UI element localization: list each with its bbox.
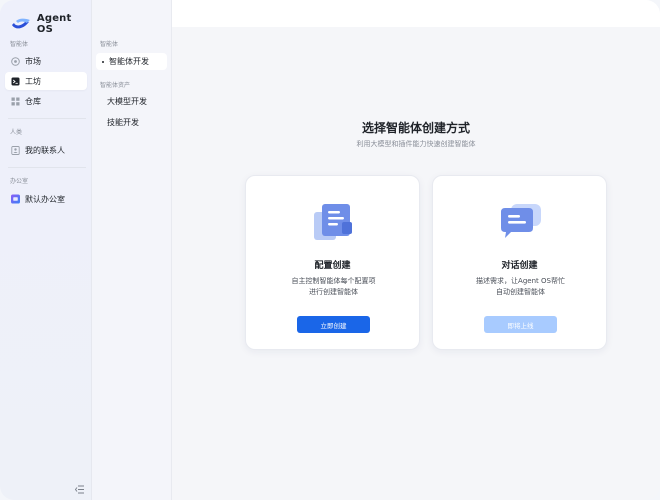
card-description-line: 自动创建智能体 [496, 288, 545, 296]
subnav-item-llm-dev[interactable]: 大模型开发 [96, 93, 167, 110]
primary-sidebar: Agent OS 智能体 市场 工坊 仓库 人类 我的联系人 办公室 默认办公室 [0, 0, 92, 500]
agent-os-logo-icon [11, 18, 30, 29]
app-name: Agent OS [36, 13, 72, 35]
app-logo[interactable]: Agent OS [10, 13, 91, 35]
warehouse-icon [11, 97, 20, 106]
subnav-item-skill-dev[interactable]: 技能开发 [96, 114, 167, 131]
active-indicator [102, 60, 104, 63]
sidebar-item-label: 我的联系人 [25, 145, 65, 155]
sidebar-item-default-office[interactable]: 默认办公室 [5, 190, 87, 208]
market-icon [11, 56, 20, 66]
subnav-item-agent-dev[interactable]: 智能体开发 [96, 53, 167, 70]
collapse-sidebar-icon[interactable] [75, 485, 85, 494]
sidebar-item-warehouse[interactable]: 仓库 [5, 92, 87, 110]
card-description-line: 描述需求，让Agent OS帮忙 [476, 277, 565, 285]
card-description-line: 自主控制智能体每个配置项 [291, 277, 376, 285]
chat-bubble-icon [501, 204, 541, 238]
page-subtitle: 利用大模型和插件能力快速创建智能体 [356, 140, 476, 148]
section-label-agents: 智能体 [10, 41, 29, 48]
card-description: 描述需求，让Agent OS帮忙 自动创建智能体 [453, 276, 588, 298]
subnav-item-label: 智能体开发 [109, 57, 149, 66]
app-window: Agent OS 智能体 市场 工坊 仓库 人类 我的联系人 办公室 默认办公室… [0, 0, 660, 500]
sidebar-item-label: 工坊 [25, 76, 41, 86]
sidebar-item-contacts[interactable]: 我的联系人 [5, 141, 87, 159]
section-label-office: 办公室 [10, 178, 29, 185]
contacts-icon [11, 145, 20, 155]
sidebar-item-workshop[interactable]: 工坊 [5, 72, 87, 90]
workshop-icon [11, 77, 20, 86]
sidebar-divider [8, 167, 86, 168]
create-now-button[interactable]: 立即创建 [297, 316, 370, 333]
card-title: 配置创建 [314, 261, 351, 271]
sidebar-item-label: 市场 [25, 56, 41, 66]
coming-soon-button[interactable]: 即将上线 [484, 316, 557, 333]
subnav-section-agent-assets: 智能体资产 [100, 82, 131, 89]
office-icon [11, 194, 20, 204]
sidebar-item-label: 默认办公室 [25, 194, 65, 204]
section-label-humans: 人类 [10, 129, 23, 136]
card-title: 对话创建 [501, 261, 538, 271]
subnav-item-label: 大模型开发 [107, 97, 147, 106]
secondary-sidebar: 智能体 智能体开发 智能体资产 大模型开发 技能开发 [92, 0, 172, 500]
sidebar-item-label: 仓库 [25, 96, 41, 106]
card-description: 自主控制智能体每个配置项 进行创建智能体 [266, 276, 401, 298]
config-document-icon [314, 204, 352, 240]
subnav-item-label: 技能开发 [107, 118, 139, 127]
card-description-line: 进行创建智能体 [309, 288, 358, 296]
page-title: 选择智能体创建方式 [361, 121, 470, 135]
top-bar [172, 0, 660, 27]
subnav-section-agents: 智能体 [100, 41, 119, 48]
chat-create-card[interactable]: 对话创建 描述需求，让Agent OS帮忙 自动创建智能体 即将上线 [432, 175, 607, 350]
sidebar-divider [8, 118, 86, 119]
sidebar-item-market[interactable]: 市场 [5, 52, 87, 70]
config-create-card[interactable]: 配置创建 自主控制智能体每个配置项 进行创建智能体 立即创建 [245, 175, 420, 350]
